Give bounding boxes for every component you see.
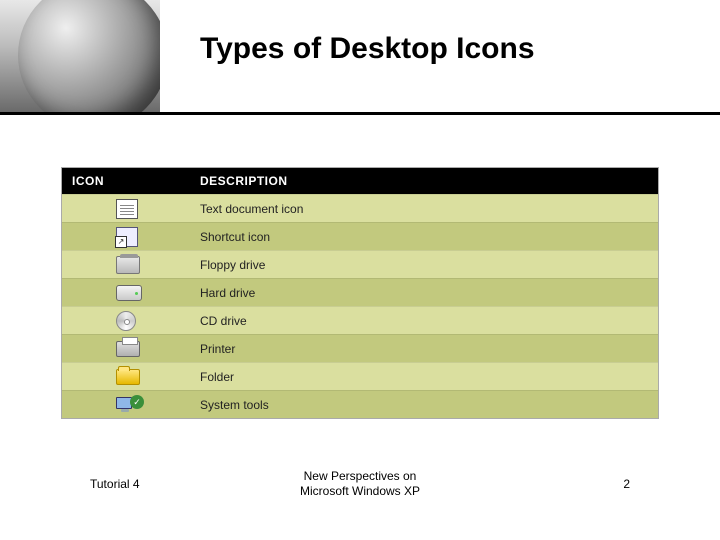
printer-icon xyxy=(116,341,140,357)
shortcut-icon xyxy=(116,227,138,247)
table-row: CD drive xyxy=(62,306,658,334)
table-body: Text document icon Shortcut icon Floppy … xyxy=(62,194,658,418)
page-number: 2 xyxy=(623,477,630,491)
header-description-col: DESCRIPTION xyxy=(190,168,658,194)
slide: Types of Desktop Icons ICON DESCRIPTION … xyxy=(0,0,720,540)
footer-center-line1: New Perspectives on xyxy=(304,469,417,483)
folder-icon xyxy=(116,369,140,385)
table-header-row: ICON DESCRIPTION xyxy=(62,168,658,194)
footer-center-line2: Microsoft Windows XP xyxy=(300,484,420,498)
row-desc: Shortcut icon xyxy=(190,230,658,244)
building-graphic xyxy=(18,0,160,112)
table-row: Shortcut icon xyxy=(62,222,658,250)
floppy-drive-icon xyxy=(116,256,140,274)
system-tools-icon: ✓ xyxy=(116,395,144,415)
text-document-icon xyxy=(116,199,138,219)
page-title: Types of Desktop Icons xyxy=(200,32,535,66)
table-row: Text document icon xyxy=(62,194,658,222)
hard-drive-icon xyxy=(116,285,142,301)
header-divider xyxy=(0,112,720,115)
table-row: Floppy drive xyxy=(62,250,658,278)
table-row: Folder xyxy=(62,362,658,390)
row-desc: Text document icon xyxy=(190,202,658,216)
row-desc: Floppy drive xyxy=(190,258,658,272)
footer-left: Tutorial 4 xyxy=(90,477,140,491)
row-desc: System tools xyxy=(190,398,658,412)
row-desc: Folder xyxy=(190,370,658,384)
footer: Tutorial 4 New Perspectives on Microsoft… xyxy=(0,469,720,500)
table-row: ✓ System tools xyxy=(62,390,658,418)
table-row: Printer xyxy=(62,334,658,362)
header-decorative-image xyxy=(0,0,160,112)
header-icon-col: ICON xyxy=(62,168,190,194)
row-desc: Hard drive xyxy=(190,286,658,300)
row-desc: CD drive xyxy=(190,314,658,328)
header: Types of Desktop Icons xyxy=(0,0,720,112)
row-desc: Printer xyxy=(190,342,658,356)
table-row: Hard drive xyxy=(62,278,658,306)
icon-table: ICON DESCRIPTION Text document icon Shor… xyxy=(62,168,658,418)
cd-drive-icon xyxy=(116,311,136,331)
